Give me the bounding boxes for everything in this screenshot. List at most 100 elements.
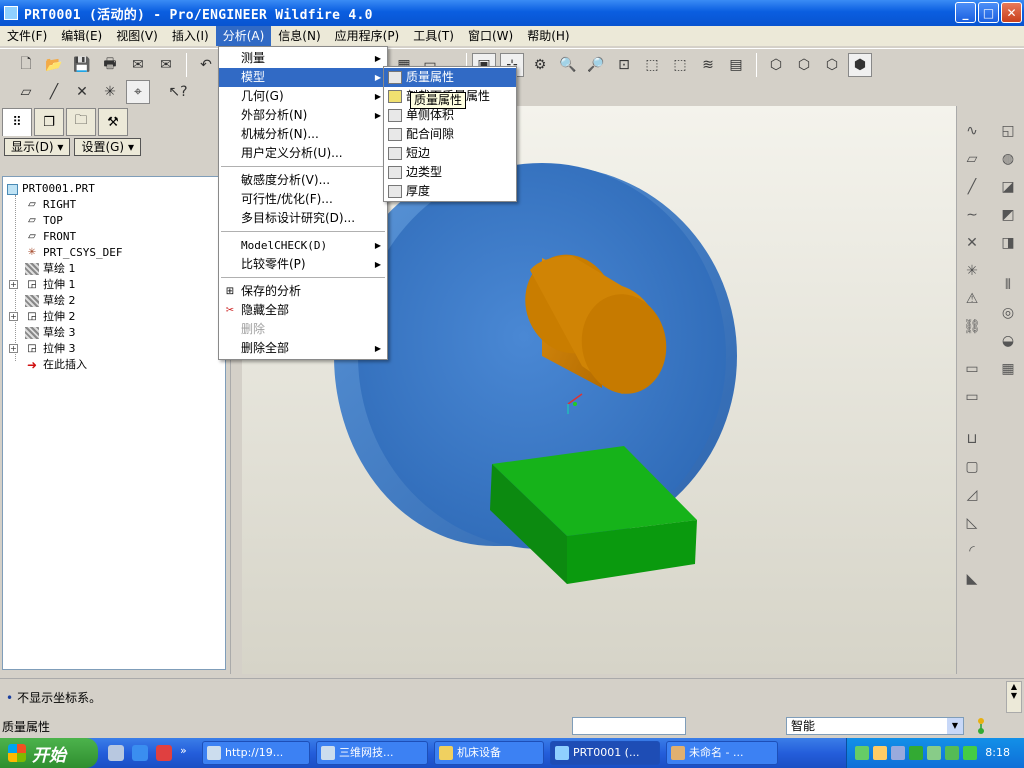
tray-security-icon[interactable]: [963, 746, 977, 760]
start-button[interactable]: 开始: [0, 738, 98, 768]
menu-item-model[interactable]: 模型 ▶: [219, 68, 387, 87]
expand-extrude-1[interactable]: +: [9, 280, 18, 289]
open-file-icon[interactable]: 📂: [42, 53, 66, 77]
tray-icon[interactable]: [927, 746, 941, 760]
tree-node-extrude-3[interactable]: ◲ 拉伸 3: [25, 341, 75, 357]
tree-node-insert-here[interactable]: ➜ 在此插入: [25, 357, 87, 373]
view-manager-icon[interactable]: ▤: [724, 53, 748, 77]
chamfer-tool-icon[interactable]: ◣: [961, 568, 983, 590]
tree-node-right[interactable]: ▱ RIGHT: [25, 197, 76, 213]
menu-file[interactable]: 文件(F): [0, 26, 54, 46]
message-scrollbar[interactable]: ▲ ▼: [1006, 681, 1022, 713]
menu-applications[interactable]: 应用程序(P): [328, 26, 407, 46]
tray-icon[interactable]: [855, 746, 869, 760]
no-hidden-icon[interactable]: ⬡: [820, 53, 844, 77]
status-input-field[interactable]: [572, 717, 686, 735]
tray-shield-icon[interactable]: [909, 746, 923, 760]
mirror-tool-icon[interactable]: ⫴: [997, 274, 1019, 296]
tree-node-top[interactable]: ▱ TOP: [25, 213, 63, 229]
send-mail-icon[interactable]: ✉: [126, 53, 150, 77]
layers-icon[interactable]: ≋: [696, 53, 720, 77]
datum-axis-tool-icon[interactable]: ╱: [961, 176, 983, 198]
chain-icon[interactable]: ⛓: [961, 316, 983, 338]
task-browser[interactable]: http://19...: [202, 741, 310, 765]
datum-point-display-icon[interactable]: ✕: [70, 80, 94, 104]
boundary-blend-icon[interactable]: ◨: [997, 232, 1019, 254]
menu-window[interactable]: 窗口(W): [461, 26, 520, 46]
menu-item-multi-objective[interactable]: 多目标设计研究(D)...: [219, 209, 387, 228]
merge-tool-icon[interactable]: ◎: [997, 302, 1019, 324]
tray-icon[interactable]: [873, 746, 887, 760]
task-proe[interactable]: PRT0001 (...: [550, 741, 660, 765]
round-tool-icon[interactable]: ◜: [961, 540, 983, 562]
tree-node-front[interactable]: ▱ FRONT: [25, 229, 76, 245]
new-file-icon[interactable]: 🗋: [14, 53, 38, 77]
minimize-button[interactable]: _: [955, 2, 976, 23]
menu-item-user-defined-analysis[interactable]: 用户定义分析(U)...: [219, 144, 387, 163]
tray-icon[interactable]: [945, 746, 959, 760]
menu-item-geometry[interactable]: 几何(G) ▶: [219, 87, 387, 106]
send-mail-attach-icon[interactable]: ✉: [154, 53, 178, 77]
layer-tree-tab[interactable]: ❐: [34, 108, 64, 136]
submenu-item-edge-type[interactable]: 边类型: [384, 163, 516, 182]
blend-tool-icon[interactable]: ◩: [997, 204, 1019, 226]
revolve-tool-icon[interactable]: ◍: [997, 148, 1019, 170]
menu-item-saved-analysis[interactable]: ⊞ 保存的分析: [219, 282, 387, 301]
tree-node-sketch-3[interactable]: 草绘 3: [25, 325, 76, 341]
expand-extrude-3[interactable]: +: [9, 344, 18, 353]
menu-item-external-analysis[interactable]: 外部分析(N) ▶: [219, 106, 387, 125]
menu-view[interactable]: 视图(V): [109, 26, 165, 46]
close-button[interactable]: ✕: [1001, 2, 1022, 23]
tree-node-part[interactable]: PRT0001.PRT: [7, 181, 95, 197]
zoom-in-icon[interactable]: 🔍: [556, 53, 580, 77]
analysis-feature-icon[interactable]: ⚠: [961, 288, 983, 310]
datum-plane-display-icon[interactable]: ▱: [14, 80, 38, 104]
task-paint[interactable]: 未命名 - ...: [666, 741, 778, 765]
quicklaunch-app-icon[interactable]: [156, 745, 172, 761]
orient-mode-icon[interactable]: ⚙: [528, 53, 552, 77]
print-icon[interactable]: 🖶: [98, 53, 122, 77]
menu-edit[interactable]: 编辑(E): [54, 26, 109, 46]
datum-plane-tool-icon[interactable]: ▱: [961, 148, 983, 170]
undo-icon[interactable]: ↶: [194, 53, 218, 77]
context-help-icon[interactable]: ↖?: [166, 80, 190, 104]
task-folder[interactable]: 机床设备: [434, 741, 544, 765]
sketch-tool-icon[interactable]: ∿: [961, 120, 983, 142]
menu-item-feasibility[interactable]: 可行性/优化(F)...: [219, 190, 387, 209]
menu-tools[interactable]: 工具(T): [406, 26, 461, 46]
display-dropdown-button[interactable]: 显示(D) ▾: [4, 138, 71, 156]
datum-curve-tool-icon[interactable]: ∼: [961, 204, 983, 226]
task-3dportal[interactable]: 三维网技...: [316, 741, 428, 765]
menu-insert[interactable]: 插入(I): [165, 26, 216, 46]
quicklaunch-more-icon[interactable]: »: [180, 744, 187, 757]
submenu-item-pairs-clearance[interactable]: 配合间隙: [384, 125, 516, 144]
expand-extrude-2[interactable]: +: [9, 312, 18, 321]
csys-tool-icon[interactable]: ✳: [961, 260, 983, 282]
datum-point-tool-icon[interactable]: ✕: [961, 232, 983, 254]
rib-tool-icon[interactable]: ◺: [961, 512, 983, 534]
user-feature-icon[interactable]: ▭: [961, 386, 983, 408]
model-tree-tab[interactable]: ⠿: [2, 108, 32, 136]
menu-item-hide-all[interactable]: ✂ 隐藏全部: [219, 301, 387, 320]
tree-node-sketch-2[interactable]: 草绘 2: [25, 293, 76, 309]
menu-item-measure[interactable]: 测量 ▶: [219, 49, 387, 68]
maximize-button[interactable]: □: [978, 2, 999, 23]
menu-item-mechanism-analysis[interactable]: 机械分析(N)...: [219, 125, 387, 144]
favorites-tab[interactable]: ⚒: [98, 108, 128, 136]
folder-browser-tab[interactable]: 🗀: [66, 108, 96, 136]
shading-icon[interactable]: ⬢: [848, 53, 872, 77]
tree-node-csys[interactable]: ✳ PRT_CSYS_DEF: [25, 245, 123, 261]
menu-info[interactable]: 信息(N): [271, 26, 327, 46]
tree-node-sketch-1[interactable]: 草绘 1: [25, 261, 76, 277]
menu-help[interactable]: 帮助(H): [520, 26, 576, 46]
menu-item-modelcheck[interactable]: ModelCHECK(D) ▶: [219, 236, 387, 255]
copy-feature-icon[interactable]: ▭: [961, 358, 983, 380]
wireframe-icon[interactable]: ⬡: [764, 53, 788, 77]
tray-icon[interactable]: [891, 746, 905, 760]
shell-tool-icon[interactable]: ▢: [961, 456, 983, 478]
menu-item-delete-all[interactable]: 删除全部 ▶: [219, 339, 387, 358]
menu-item-sensitivity[interactable]: 敏感度分析(V)...: [219, 171, 387, 190]
datum-axis-display-icon[interactable]: ╱: [42, 80, 66, 104]
menu-analysis[interactable]: 分析(A): [215, 26, 272, 46]
save-icon[interactable]: 💾: [70, 53, 94, 77]
